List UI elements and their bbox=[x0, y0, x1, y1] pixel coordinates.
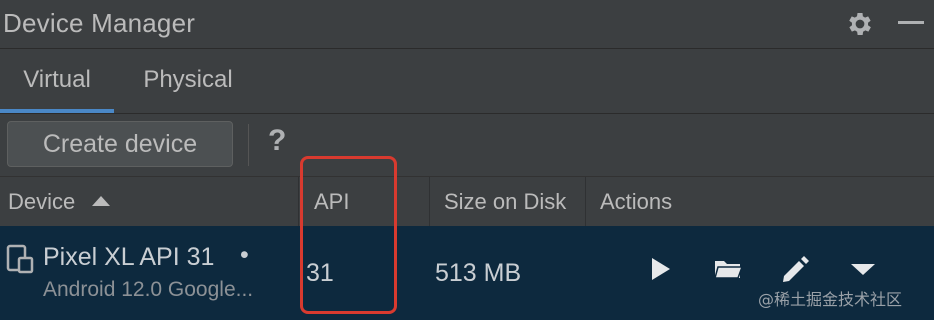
column-header-device[interactable]: Device bbox=[8, 177, 75, 226]
window-title: Device Manager bbox=[3, 8, 196, 38]
gear-icon[interactable] bbox=[845, 9, 875, 39]
size-on-disk: 513 MB bbox=[435, 259, 522, 287]
folder-open-icon[interactable] bbox=[713, 254, 743, 284]
toolbar: Create device ? bbox=[0, 114, 934, 176]
sort-ascending-icon[interactable] bbox=[92, 196, 110, 206]
edit-icon[interactable] bbox=[780, 254, 810, 284]
column-divider[interactable] bbox=[298, 177, 299, 226]
status-dot: • bbox=[240, 241, 249, 269]
column-divider[interactable] bbox=[429, 177, 430, 226]
tab-physical[interactable]: Physical bbox=[118, 49, 258, 113]
play-icon[interactable] bbox=[645, 254, 675, 284]
tab-bar: Virtual Physical bbox=[0, 49, 934, 114]
create-device-button[interactable]: Create device bbox=[7, 121, 233, 167]
table-header: Device API Size on Disk Actions bbox=[0, 176, 934, 227]
toolbar-divider bbox=[248, 124, 249, 166]
tab-virtual[interactable]: Virtual bbox=[0, 49, 114, 113]
column-header-size[interactable]: Size on Disk bbox=[444, 177, 566, 226]
device-phone-icon bbox=[6, 244, 34, 274]
minimize-icon[interactable] bbox=[898, 21, 924, 24]
help-icon[interactable]: ? bbox=[268, 124, 286, 158]
column-header-actions: Actions bbox=[600, 189, 673, 214]
column-divider[interactable] bbox=[585, 177, 586, 226]
more-dropdown-icon[interactable] bbox=[848, 254, 878, 284]
title-bar: Device Manager bbox=[0, 0, 934, 49]
device-subtitle: Android 12.0 Google... bbox=[43, 278, 254, 301]
column-header-api[interactable]: API bbox=[314, 177, 349, 226]
api-level: 31 bbox=[306, 259, 334, 287]
watermark: @稀土掘金技术社区 bbox=[758, 290, 903, 309]
device-name: Pixel XL API 31 bbox=[43, 243, 215, 271]
